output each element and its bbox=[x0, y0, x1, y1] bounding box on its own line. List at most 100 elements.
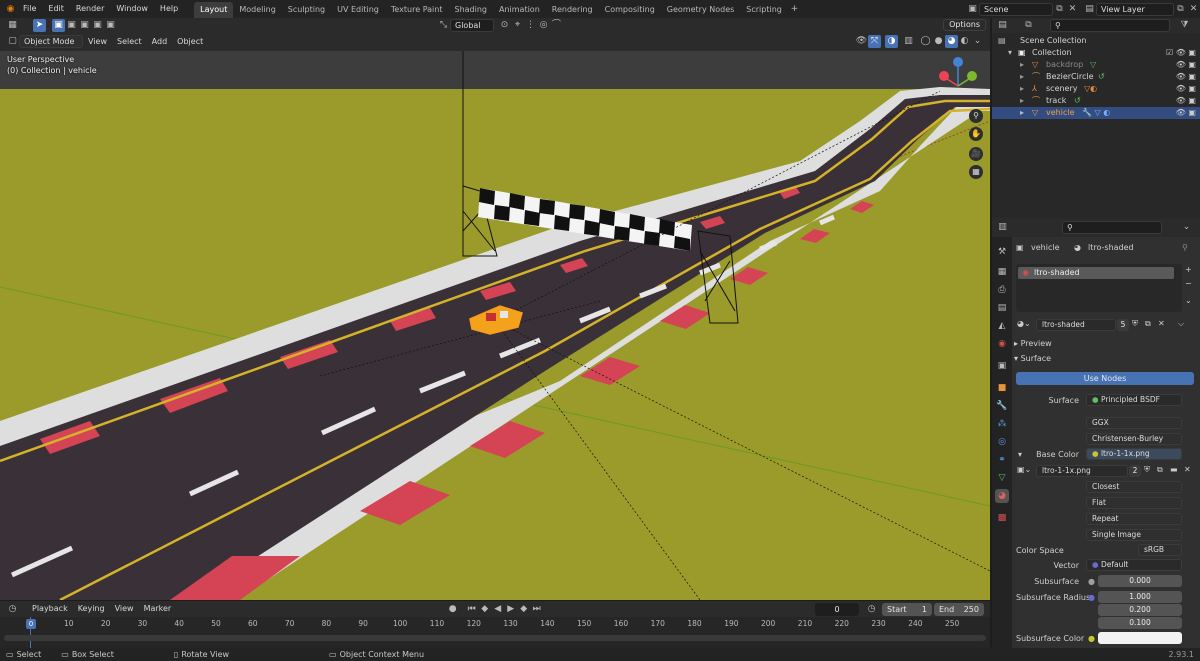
expand-arrow-icon[interactable]: ▸ bbox=[1020, 107, 1024, 119]
timeline-ruler[interactable]: 0 10 20 30 40 50 60 70 80 90 100 110 120 130 140 150 160… bbox=[0, 617, 990, 629]
menu-marker[interactable]: Marker bbox=[139, 601, 177, 617]
material-tab-icon[interactable]: ◕ bbox=[995, 489, 1009, 503]
falloff-icon[interactable]: ⌒ bbox=[550, 19, 563, 32]
physics-tab-icon[interactable]: ◎ bbox=[995, 435, 1009, 449]
menu-file[interactable]: File bbox=[17, 0, 42, 18]
material-browse-icon[interactable]: ◕⌄ bbox=[1017, 319, 1031, 328]
distribution-dropdown[interactable]: GGX bbox=[1086, 417, 1182, 429]
object-tab-icon[interactable]: ■ bbox=[995, 381, 1009, 395]
texture-tab-icon[interactable]: ▩ bbox=[995, 511, 1009, 525]
menu-select[interactable]: Select bbox=[112, 32, 147, 51]
overlays-icon[interactable]: ◑ bbox=[885, 35, 898, 48]
expand-arrow-icon[interactable]: ▸ bbox=[1020, 95, 1024, 107]
current-frame-field[interactable]: 0 bbox=[815, 602, 859, 616]
vector-input-field[interactable]: ● Default bbox=[1086, 559, 1182, 571]
view-layer-field[interactable]: View Layer bbox=[1096, 2, 1174, 16]
visibility-toggles[interactable]: 👁 ▣ bbox=[1176, 59, 1196, 71]
link-type-icon[interactable]: ⌵ bbox=[1178, 319, 1184, 329]
tab-scripting[interactable]: Scripting bbox=[740, 2, 788, 18]
view-layer-tab-icon[interactable]: ▤ bbox=[995, 301, 1009, 315]
snap-icon[interactable]: ⌖ bbox=[511, 19, 524, 32]
editor-type-icon[interactable]: ▦ bbox=[6, 19, 19, 32]
menu-help[interactable]: Help bbox=[154, 0, 184, 18]
select-new-icon[interactable]: ▣ bbox=[52, 18, 65, 32]
object-mode-dropdown[interactable]: Object Mode bbox=[19, 35, 83, 48]
start-frame-field[interactable]: Start 1 bbox=[882, 602, 932, 616]
timeline-editor-icon[interactable]: ◷ bbox=[6, 603, 19, 616]
preview-panel-header[interactable]: ▸ Preview bbox=[1014, 339, 1052, 348]
shading-material-icon[interactable]: ◕ bbox=[945, 35, 958, 48]
shading-wireframe-icon[interactable]: ◯ bbox=[919, 35, 932, 48]
shading-rendered-icon[interactable]: ◐ bbox=[958, 35, 971, 48]
constraints-tab-icon[interactable]: ⚭ bbox=[995, 453, 1009, 467]
base-color-texture-field[interactable]: ● ltro-1-1x.png bbox=[1086, 448, 1182, 460]
render-tab-icon[interactable]: ▦ bbox=[995, 265, 1009, 279]
preview-range-icon[interactable]: ◷ bbox=[865, 603, 878, 616]
surface-panel-header[interactable]: ▾ Surface bbox=[1014, 354, 1051, 363]
expand-arrow-icon[interactable]: ▸ bbox=[1020, 71, 1024, 83]
color-space-dropdown[interactable]: sRGB bbox=[1138, 544, 1182, 556]
tab-animation[interactable]: Animation bbox=[493, 2, 546, 18]
outliner-editor-icon[interactable]: ▤ bbox=[996, 19, 1009, 32]
outliner-row-collection[interactable]: ▾ ▣ Collection ☑ 👁 ▣ bbox=[992, 47, 1200, 59]
fake-user-shield-icon[interactable]: ⛨ bbox=[1132, 319, 1138, 329]
next-keyframe-icon[interactable]: ◆ bbox=[517, 603, 530, 616]
display-mode-icon[interactable]: ⧉ bbox=[1022, 19, 1035, 32]
outliner-row-backdrop[interactable]: ▸ ▽ backdrop ▽ 👁 ▣ bbox=[992, 59, 1200, 71]
scene-icon[interactable]: ▣ bbox=[966, 3, 979, 16]
select-invert-icon[interactable]: ▣ bbox=[91, 19, 104, 32]
pivot-point-icon[interactable]: ⊙ bbox=[498, 19, 511, 32]
tab-layout[interactable]: Layout bbox=[194, 1, 234, 18]
tab-modeling[interactable]: Modeling bbox=[233, 2, 281, 18]
outliner-row-scenery[interactable]: ▸ ⅄ scenery ▽◐ 👁 ▣ bbox=[992, 83, 1200, 95]
shading-solid-icon[interactable]: ● bbox=[932, 35, 945, 48]
camera-view-icon[interactable]: 🎥 bbox=[969, 147, 983, 161]
extension-dropdown[interactable]: Repeat bbox=[1086, 513, 1182, 525]
3d-viewport[interactable]: User Perspective (0) Collection | vehicl… bbox=[0, 51, 990, 600]
viewport-scene[interactable] bbox=[0, 51, 990, 600]
visibility-icon[interactable]: 👁 bbox=[855, 35, 868, 48]
add-slot-icon[interactable]: + bbox=[1185, 265, 1192, 274]
select-tool-icon[interactable]: ➤ bbox=[33, 18, 46, 32]
blender-logo-icon[interactable]: ◉ bbox=[4, 3, 17, 16]
subsurface-value-field[interactable]: 0.000 bbox=[1098, 575, 1182, 587]
proportional-editing-icon[interactable]: ◎ bbox=[537, 19, 550, 32]
tab-texture-paint[interactable]: Texture Paint bbox=[385, 2, 449, 18]
end-frame-field[interactable]: End 250 bbox=[934, 602, 984, 616]
material-name-field[interactable]: ltro-shaded bbox=[1036, 319, 1116, 331]
outliner-row-vehicle[interactable]: ▸ ▽ vehicle 🔧 ▽ ◐ 👁 ▣ bbox=[992, 107, 1200, 119]
prev-keyframe-icon[interactable]: ◆ bbox=[478, 603, 491, 616]
open-image-folder-icon[interactable]: ▬ bbox=[1170, 465, 1178, 474]
image-fake-user-icon[interactable]: ⛨ bbox=[1144, 465, 1150, 475]
tab-shading[interactable]: Shading bbox=[448, 2, 493, 18]
scene-tab-icon[interactable]: ◭ bbox=[995, 319, 1009, 333]
subsurface-radius-z[interactable]: 0.100 bbox=[1098, 617, 1182, 629]
material-slot-list[interactable]: ◉ ltro-shaded bbox=[1016, 264, 1182, 312]
new-image-icon[interactable]: ⧉ bbox=[1157, 465, 1163, 475]
particles-tab-icon[interactable]: ⁂ bbox=[995, 417, 1009, 431]
menu-edit[interactable]: Edit bbox=[42, 0, 70, 18]
unlink-material-icon[interactable]: ✕ bbox=[1158, 319, 1165, 328]
properties-editor-icon[interactable]: ▥ bbox=[996, 221, 1009, 234]
visibility-toggles[interactable]: 👁 ▣ bbox=[1176, 107, 1196, 119]
remove-scene-icon[interactable]: ✕ bbox=[1066, 3, 1079, 16]
interpolation-dropdown[interactable]: Closest bbox=[1086, 481, 1182, 493]
duplicate-material-icon[interactable]: ⧉ bbox=[1145, 319, 1151, 329]
slot-specials-icon[interactable]: ⌄ bbox=[1185, 296, 1192, 305]
pan-hand-icon[interactable]: ✋ bbox=[969, 127, 983, 141]
view-layer-icon[interactable]: ▤ bbox=[1083, 3, 1096, 16]
expand-arrow-icon[interactable]: ▸ bbox=[1020, 59, 1024, 71]
tool-tab-icon[interactable]: ⚒ bbox=[995, 245, 1009, 259]
snap-target-icon[interactable]: ⋮ bbox=[524, 19, 537, 32]
play-reverse-icon[interactable]: ◀ bbox=[491, 603, 504, 616]
xray-icon[interactable]: ▥ bbox=[902, 35, 915, 48]
use-nodes-button[interactable]: Use Nodes bbox=[1016, 372, 1194, 385]
menu-playback[interactable]: Playback bbox=[27, 601, 73, 617]
unlink-image-icon[interactable]: ✕ bbox=[1184, 465, 1191, 474]
menu-add[interactable]: Add bbox=[147, 32, 173, 51]
menu-timeline-view[interactable]: View bbox=[110, 601, 139, 617]
subsurface-color-swatch[interactable] bbox=[1098, 632, 1182, 644]
world-tab-icon[interactable]: ◉ bbox=[995, 337, 1009, 351]
options-dropdown[interactable]: Options bbox=[943, 19, 986, 31]
visibility-toggles[interactable]: 👁 ▣ bbox=[1176, 95, 1196, 107]
